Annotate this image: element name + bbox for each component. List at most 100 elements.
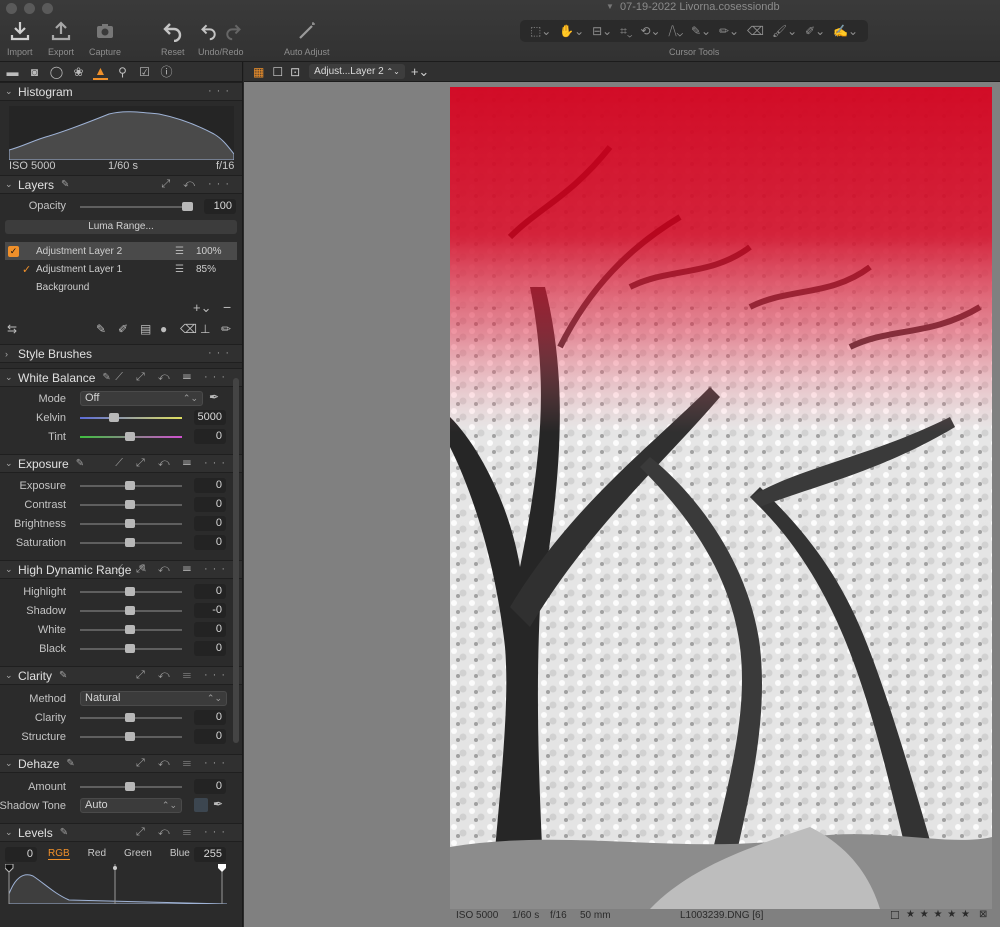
slider-value[interactable]: 0 — [194, 497, 226, 512]
slider-thumb[interactable] — [125, 538, 135, 547]
slider-value[interactable]: 0 — [194, 516, 226, 531]
panel-actions-icon[interactable]: ⟋ ⤢ ↶ ☰ ··· — [115, 371, 230, 384]
photo[interactable] — [450, 87, 992, 909]
panel-scrollbar[interactable] — [233, 378, 239, 743]
layer-row[interactable]: ✓ Adjustment Layer 2 ☰ 100% — [5, 242, 237, 260]
kelvin-value[interactable]: 5000 — [194, 410, 226, 425]
import-button[interactable]: Import — [7, 20, 33, 57]
levels-low-value[interactable]: 0 — [5, 847, 37, 862]
slider-thumb[interactable] — [125, 519, 135, 528]
panel-actions-icon[interactable]: ⤢ ↶ ☰ ··· — [136, 669, 230, 682]
select-cursor-icon[interactable]: ⬚⌄ — [530, 24, 551, 38]
layer-select[interactable]: Adjust...Layer 2 ⌃⌄ — [309, 64, 405, 79]
layers-header[interactable]: ⌄ Layers ✎ ⤢ ↶ ··· — [0, 175, 242, 194]
straighten-icon[interactable]: ⊟⌄ — [592, 24, 612, 38]
reset-button[interactable]: Reset — [161, 20, 185, 57]
amount-slider[interactable] — [80, 782, 182, 791]
slider-value[interactable]: 0 — [194, 779, 226, 794]
star-rating[interactable]: ★ ★ ★ ★ ★ — [906, 909, 971, 920]
collapse-icon[interactable]: ⌄ — [5, 758, 18, 769]
wb-mode-select[interactable]: Off ⌃⌄ — [80, 391, 203, 406]
radial-gradient-icon[interactable]: ● — [160, 322, 167, 336]
channel-tab-blue[interactable]: Blue — [170, 848, 190, 860]
slider-thumb[interactable] — [125, 481, 135, 490]
undo-redo-button[interactable]: Undo/Redo — [198, 20, 244, 57]
capture-button[interactable]: Capture — [89, 20, 121, 57]
clarity-slider[interactable] — [80, 713, 182, 722]
undo-icon[interactable] — [200, 20, 218, 42]
slider-value[interactable]: 0 — [194, 641, 226, 656]
layer-row[interactable]: Background — [0, 278, 242, 296]
collapse-icon[interactable]: ⌄ — [5, 458, 18, 469]
pencil-icon[interactable]: ✎ — [59, 670, 67, 681]
highlight-slider[interactable] — [80, 587, 182, 596]
levels-header[interactable]: ⌄ Levels ✎ ⤢ ↶ ☰ ··· — [0, 823, 242, 842]
minimize-window-button[interactable] — [24, 3, 35, 14]
exposure-slider[interactable] — [80, 481, 182, 490]
linear-gradient-icon[interactable]: ▤ — [140, 322, 151, 336]
slider-value[interactable]: 0 — [194, 710, 226, 725]
slider-thumb[interactable] — [125, 500, 135, 509]
gradient-icon[interactable]: ✐⌄ — [805, 24, 825, 38]
panel-actions-icon[interactable]: ⟋ ⤢ ↶ ☰ ··· — [115, 563, 230, 576]
redo-icon[interactable] — [224, 20, 242, 42]
brightness-slider[interactable] — [80, 519, 182, 528]
metadata-tab-icon[interactable]: ☑ — [137, 65, 152, 79]
details-tab-icon[interactable]: ⚲ — [115, 65, 130, 79]
annotate-icon[interactable]: ✍⌄ — [833, 24, 858, 38]
style-brushes-header[interactable]: › Style Brushes ··· — [0, 344, 242, 363]
eyedropper-icon[interactable]: ✒ — [209, 390, 219, 404]
collapse-icon[interactable]: ⌄ — [5, 564, 18, 575]
eraser-icon[interactable]: ⌫ — [180, 322, 197, 336]
expand-icon[interactable]: › — [5, 349, 18, 359]
collapse-icon[interactable]: ⌄ — [5, 372, 18, 383]
opacity-slider[interactable] — [80, 202, 193, 211]
library-tab-icon[interactable]: ▬ — [5, 65, 20, 79]
auto-adjust-button[interactable]: Auto Adjust — [284, 20, 330, 57]
shadow-slider[interactable] — [80, 606, 182, 615]
swap-icon[interactable]: ⇆ — [7, 322, 17, 336]
close-window-button[interactable] — [6, 3, 17, 14]
hdr-header[interactable]: ⌄ High Dynamic Range ✎ ⟋ ⤢ ↶ ☰ ··· — [0, 560, 242, 579]
proof-view-icon[interactable]: ⊡ — [290, 65, 300, 79]
pan-hand-icon[interactable]: ✋⌄ — [559, 24, 584, 38]
more-icon[interactable]: ··· — [208, 347, 234, 359]
slider-thumb[interactable] — [125, 644, 135, 653]
white-slider[interactable] — [80, 625, 182, 634]
stamp-icon[interactable]: ⊥ — [200, 322, 210, 336]
slider-value[interactable]: 0 — [194, 729, 226, 744]
single-view-icon[interactable]: ☐ — [272, 65, 283, 79]
pencil-icon[interactable]: ✎ — [60, 827, 68, 838]
shadow-tone-swatch[interactable] — [194, 798, 208, 812]
exposure-header[interactable]: ⌄ Exposure ✎ ⟋ ⤢ ↶ ☰ ··· — [0, 454, 242, 473]
add-icon[interactable]: +⌄ — [411, 64, 429, 80]
collapse-icon[interactable]: ⌄ — [5, 827, 18, 838]
channel-tab-red[interactable]: Red — [88, 848, 106, 860]
exposure-tab-icon[interactable]: ▲ — [93, 64, 108, 80]
slider-thumb[interactable] — [125, 732, 135, 741]
brush-icon[interactable]: 🖌⌄ — [772, 24, 797, 38]
zoom-window-button[interactable] — [42, 3, 53, 14]
saturation-slider[interactable] — [80, 538, 182, 547]
info-tab-icon[interactable]: ⓘ — [159, 63, 174, 80]
add-layer-icon[interactable]: +⌄ — [193, 300, 211, 316]
eyedropper-icon[interactable]: ✒ — [213, 797, 223, 811]
slider-value[interactable]: 0 — [194, 584, 226, 599]
picker-icon[interactable]: ✎⌄ — [691, 24, 711, 38]
layer-checkbox[interactable]: ✓ — [8, 245, 19, 257]
slider-thumb[interactable] — [125, 625, 135, 634]
crop-icon[interactable]: ⌗⌄ — [620, 24, 632, 39]
clarity-header[interactable]: ⌄ Clarity ✎ ⤢ ↶ ☰ ··· — [0, 666, 242, 685]
dehaze-header[interactable]: ⌄ Dehaze ✎ ⤢ ↶ ☰ ··· — [0, 754, 242, 773]
slider-value[interactable]: 0 — [194, 535, 226, 550]
keystone-icon[interactable]: ⧸⧹⌄ — [668, 24, 683, 39]
pencil-icon[interactable]: ✎ — [66, 758, 74, 769]
layers-actions-icon[interactable]: ⤢ ↶ ··· — [161, 178, 234, 191]
pen-icon[interactable]: ✏ — [221, 322, 231, 336]
clarity-method-select[interactable]: Natural ⌃⌄ — [80, 691, 227, 706]
contrast-slider[interactable] — [80, 500, 182, 509]
shadow-tone-select[interactable]: Auto ⌃⌄ — [80, 798, 182, 813]
kelvin-slider[interactable] — [80, 413, 182, 422]
draw-mask-icon[interactable]: ✏⌄ — [719, 24, 739, 38]
lens-tab-icon[interactable]: ◯ — [49, 65, 64, 79]
